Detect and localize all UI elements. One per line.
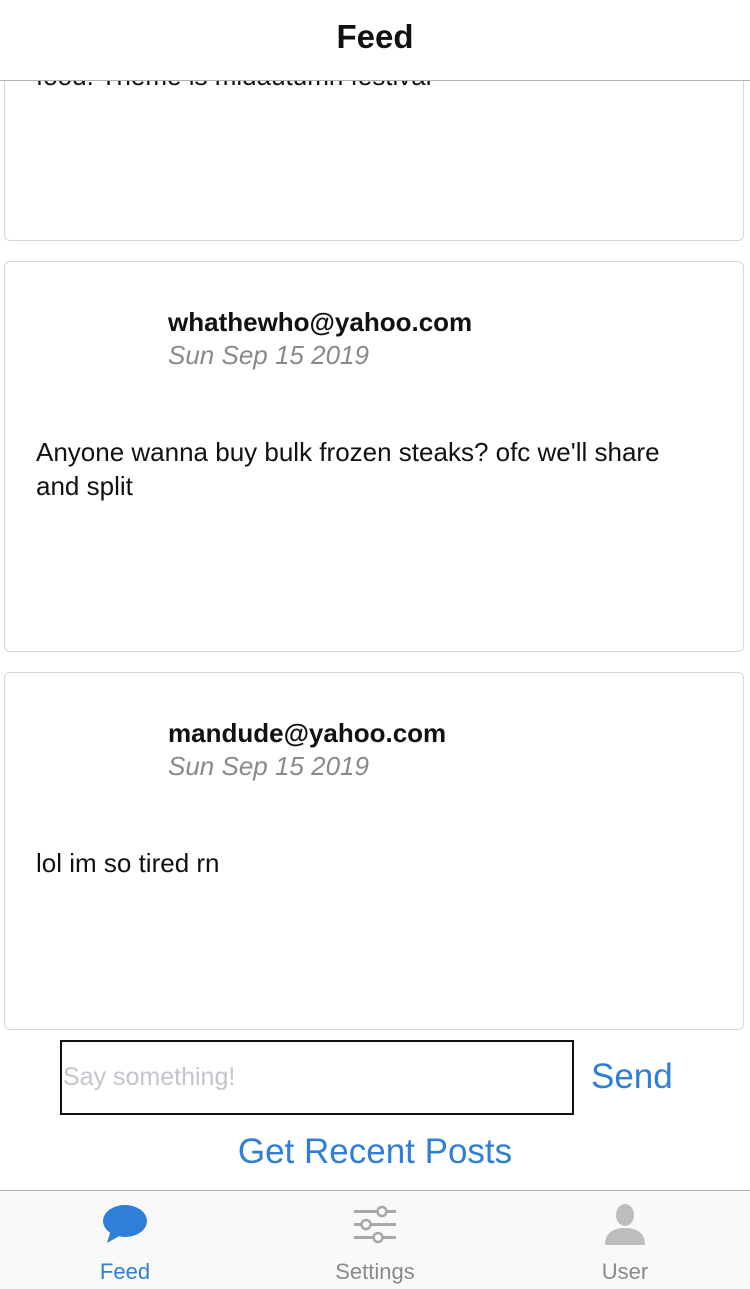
post-author: whathewho@yahoo.com (168, 307, 473, 337)
post-date: Sun Sep 15 2019 (168, 340, 369, 370)
tab-settings[interactable]: Settings (250, 1191, 500, 1289)
post-card: whathewho@yahoo.com Sun Sep 15 2019 Anyo… (4, 261, 744, 652)
tab-label: Feed (99, 1259, 151, 1284)
page-title: Feed (336, 18, 414, 55)
get-recent-posts-button[interactable]: Get Recent Posts (0, 1132, 750, 1172)
post-author: mandude@yahoo.com (168, 718, 447, 748)
tab-label: Settings (335, 1259, 415, 1284)
post-card: mandude@yahoo.com Sun Sep 15 2019 lol im… (4, 672, 744, 1030)
nav-bar: Feed (0, 0, 750, 81)
post-body: Anyone wanna buy bulk frozen steaks? ofc… (36, 437, 660, 501)
post-body: lol im so tired rn (36, 848, 220, 878)
tab-label: User (601, 1259, 649, 1284)
tab-bar: Feed Settings User (0, 1190, 750, 1289)
post-date: Sun Sep 15 2019 (168, 751, 369, 781)
send-button[interactable]: Send (591, 1057, 673, 1097)
chat-bubble-icon (101, 1203, 149, 1250)
post-input[interactable] (60, 1040, 574, 1115)
sliders-icon (352, 1203, 398, 1250)
tab-feed[interactable]: Feed (0, 1191, 250, 1289)
tab-user[interactable]: User (500, 1191, 750, 1289)
user-icon (603, 1203, 647, 1252)
feed-list[interactable]: food. Theme is midautumn festival whathe… (0, 0, 750, 1034)
